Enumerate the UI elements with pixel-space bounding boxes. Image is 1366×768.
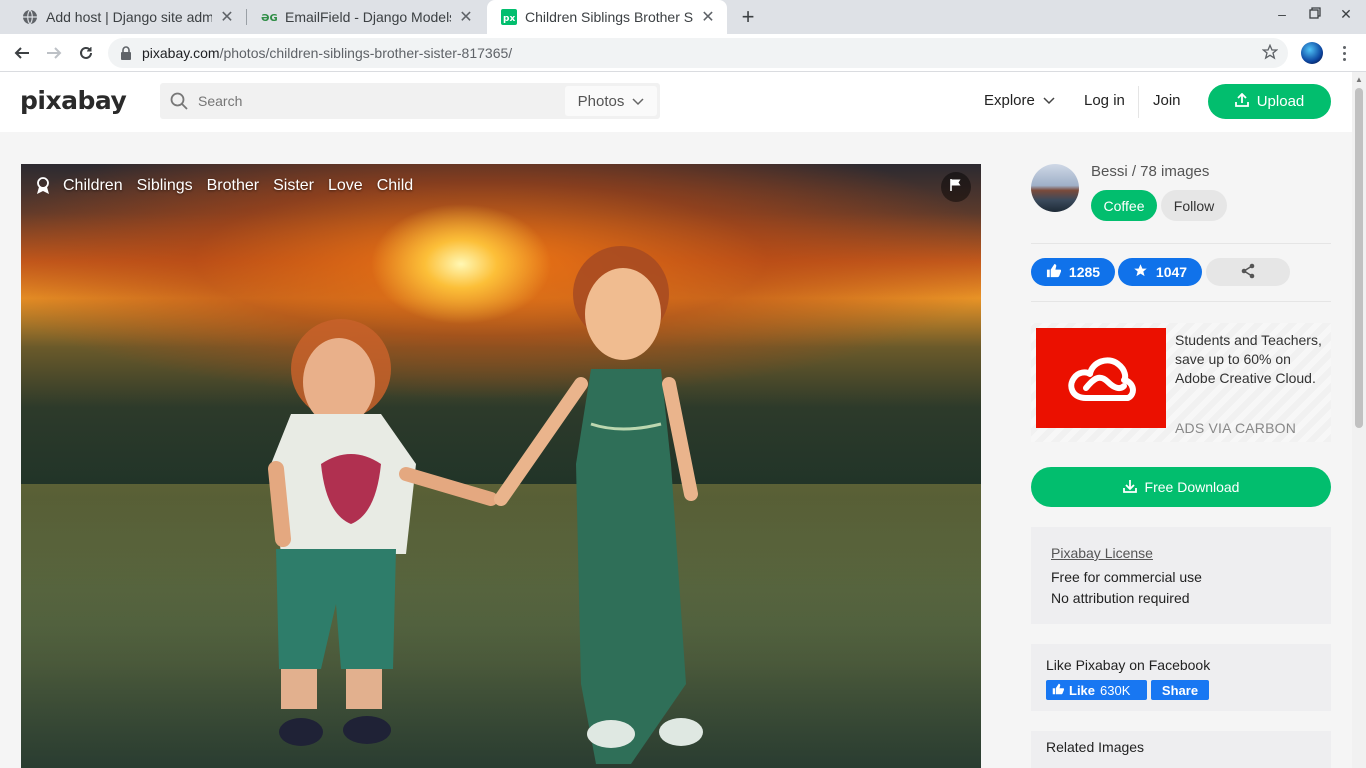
user-avatar[interactable] (1031, 164, 1079, 212)
license-box: Pixabay License Free for commercial use … (1031, 527, 1331, 624)
favorite-count: 1047 (1155, 264, 1188, 280)
forward-arrow-icon[interactable] (42, 41, 66, 65)
license-link[interactable]: Pixabay License (1051, 545, 1311, 561)
search-icon[interactable] (170, 92, 188, 110)
browser-menu-icon[interactable] (1336, 42, 1352, 64)
facebook-like-button[interactable]: Like 630K (1046, 680, 1147, 700)
facebook-buttons: Like 630K Share (1046, 680, 1316, 700)
globe-icon (22, 9, 38, 25)
scroll-up-icon[interactable]: ▲ (1355, 75, 1363, 84)
tab-close-icon[interactable]: ✕ (457, 7, 475, 27)
upload-label: Upload (1256, 93, 1305, 110)
ad-text[interactable]: Students and Teachers, save up to 60% on… (1175, 331, 1325, 388)
like-button[interactable]: 1285 (1031, 258, 1115, 286)
main-photo[interactable]: Children Siblings Brother Sister Love Ch… (21, 164, 981, 768)
fb-like-label: Like (1069, 682, 1096, 698)
divider (1031, 301, 1331, 302)
login-link[interactable]: Log in (1084, 92, 1125, 109)
lock-icon (120, 46, 132, 60)
photo-tags: Children Siblings Brother Sister Love Ch… (35, 177, 413, 195)
tag-link[interactable]: Brother (207, 177, 259, 195)
share-button[interactable] (1206, 258, 1290, 286)
fb-like-count: 630K (1100, 682, 1131, 698)
restore-icon[interactable] (1305, 6, 1325, 22)
download-label: Free Download (1144, 479, 1240, 495)
address-bar[interactable]: pixabay.com/photos/children-siblings-bro… (108, 38, 1288, 68)
tab-title: EmailField - Django Models (285, 9, 451, 25)
star-icon (1133, 263, 1148, 281)
search-bar: Photos (160, 83, 660, 119)
search-input[interactable] (198, 93, 565, 109)
svg-text:px: px (503, 14, 515, 24)
pixabay-icon: px (501, 9, 517, 25)
page-content: pixabay Photos Explore Log in Join (0, 72, 1352, 768)
search-type-label: Photos (577, 92, 625, 110)
tag-link[interactable]: Sister (273, 177, 314, 195)
tab-title: Add host | Django site admin (46, 9, 212, 25)
bookmark-star-icon[interactable] (1261, 43, 1279, 63)
follow-button[interactable]: Follow (1161, 190, 1227, 221)
facebook-box: Like Pixabay on Facebook Like 630K Share (1031, 644, 1331, 711)
upload-icon (1234, 92, 1249, 111)
photo-children-illustration (268, 246, 703, 764)
license-line: No attribution required (1051, 590, 1190, 606)
license-line: Free for commercial use (1051, 569, 1202, 585)
tab-close-icon[interactable]: ✕ (218, 7, 236, 27)
back-arrow-icon[interactable] (10, 41, 34, 65)
divider (1031, 243, 1331, 244)
tab-title: Children Siblings Brother Sister Love (525, 9, 693, 25)
flag-icon (950, 178, 962, 196)
tag-link[interactable]: Children (63, 177, 123, 195)
browser-tab-django-admin[interactable]: Add host | Django site admin ✕ (8, 0, 246, 34)
free-download-button[interactable]: Free Download (1031, 467, 1331, 507)
nav-divider (1138, 86, 1139, 118)
award-icon (35, 177, 51, 195)
carbon-ad[interactable]: Students and Teachers, save up to 60% on… (1031, 323, 1331, 442)
search-type-dropdown[interactable]: Photos (565, 86, 657, 116)
tag-link[interactable]: Siblings (137, 177, 193, 195)
browser-tab-pixabay-active[interactable]: px Children Siblings Brother Sister Love… (487, 0, 727, 34)
chevron-down-icon (632, 93, 644, 110)
svg-text:ƏG: ƏG (261, 13, 277, 24)
explore-label: Explore (984, 92, 1035, 109)
facebook-share-button[interactable]: Share (1151, 680, 1209, 700)
tab-close-icon[interactable]: ✕ (699, 7, 717, 27)
adobe-cc-logo[interactable] (1036, 328, 1166, 428)
page-scrollbar[interactable]: ▲ (1352, 72, 1366, 768)
share-icon (1240, 263, 1256, 282)
like-count: 1285 (1068, 264, 1101, 280)
pixabay-logo[interactable]: pixabay (20, 86, 127, 115)
coffee-button[interactable]: Coffee (1091, 190, 1157, 221)
join-link[interactable]: Join (1153, 92, 1181, 109)
upload-button[interactable]: Upload (1208, 84, 1331, 119)
browser-tabstrip: Add host | Django site admin ✕ ƏG EmailF… (0, 0, 1366, 34)
url-path: /photos/children-siblings-brother-sister… (219, 45, 513, 61)
report-flag-button[interactable] (941, 172, 971, 202)
profile-avatar[interactable] (1301, 42, 1323, 64)
reload-icon[interactable] (74, 41, 98, 65)
user-name-images[interactable]: Bessi / 78 images (1091, 163, 1209, 180)
browser-tab-emailfield[interactable]: ƏG EmailField - Django Models ✕ (247, 0, 485, 34)
download-icon (1122, 479, 1137, 496)
minimize-icon[interactable]: – (1272, 6, 1292, 22)
related-images-heading: Related Images (1031, 731, 1331, 768)
url-host: pixabay.com (142, 45, 220, 61)
tag-link[interactable]: Child (377, 177, 413, 195)
site-header: pixabay Photos Explore Log in Join (0, 72, 1352, 132)
close-window-icon[interactable]: ✕ (1336, 6, 1356, 23)
favorite-button[interactable]: 1047 (1118, 258, 1202, 286)
ads-via-carbon[interactable]: ADS VIA CARBON (1175, 420, 1296, 436)
explore-menu[interactable]: Explore (984, 92, 1055, 109)
chevron-down-icon (1043, 92, 1055, 109)
scrollbar-thumb[interactable] (1355, 88, 1363, 428)
tag-link[interactable]: Love (328, 177, 363, 195)
gfg-icon: ƏG (261, 9, 277, 25)
thumbs-up-icon (1046, 263, 1062, 281)
thumbs-up-icon (1052, 683, 1065, 698)
browser-toolbar: pixabay.com/photos/children-siblings-bro… (0, 34, 1366, 72)
new-tab-button[interactable]: + (736, 4, 760, 30)
facebook-title: Like Pixabay on Facebook (1046, 657, 1211, 673)
